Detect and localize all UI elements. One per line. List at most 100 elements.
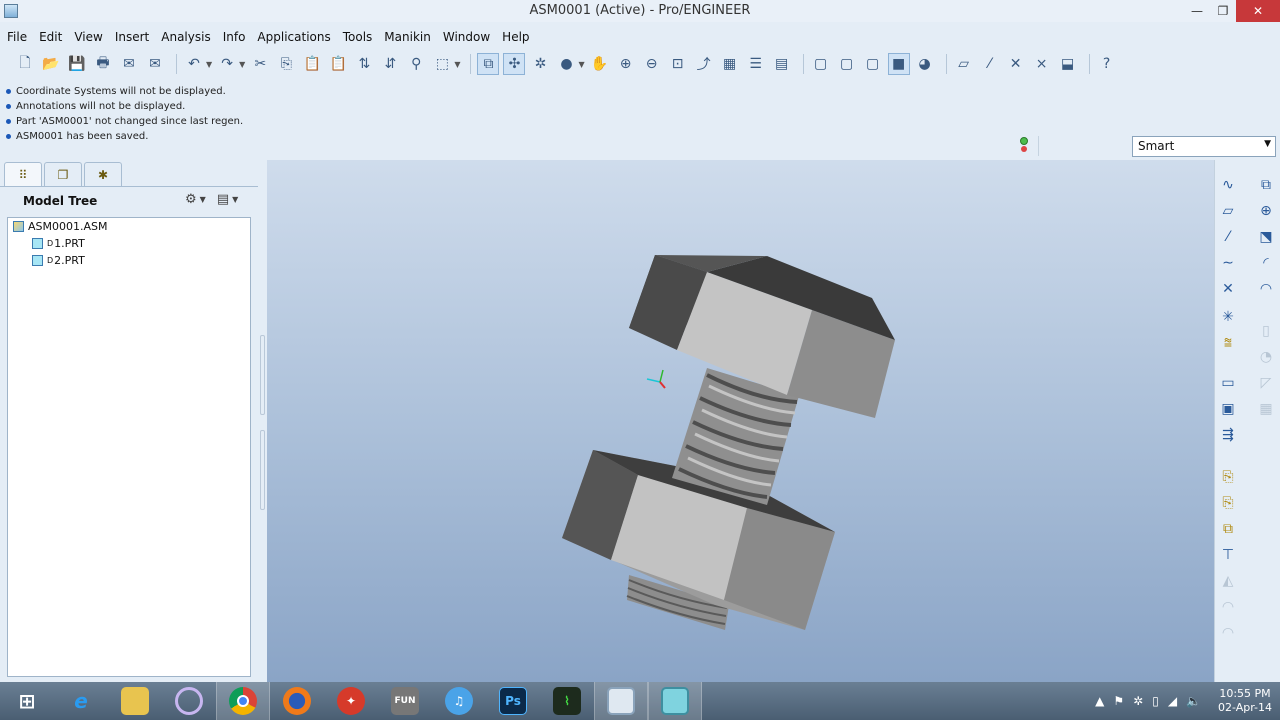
network-icon[interactable]: ◢ <box>1168 694 1177 708</box>
media-app-icon[interactable] <box>162 682 216 720</box>
copy-feature-icon[interactable]: ⧉ <box>1217 518 1239 540</box>
chevron-down-icon[interactable]: ▼ <box>454 60 460 69</box>
offset-icon[interactable]: ◭ <box>1217 570 1239 592</box>
clock[interactable]: 10:55 PM 02-Apr-14 <box>1210 687 1280 715</box>
round-icon[interactable]: ◔ <box>1255 346 1277 368</box>
draft-icon[interactable]: ▣ <box>1217 398 1239 420</box>
internet-explorer-icon[interactable]: e <box>54 682 108 720</box>
datum-plane-icon[interactable]: ▱ <box>1217 200 1239 222</box>
datum-planes-icon[interactable]: ▱ <box>953 53 975 75</box>
menu-help[interactable]: Help <box>502 30 529 44</box>
action-center-icon[interactable]: ⚑ <box>1113 694 1124 708</box>
menu-view[interactable]: View <box>74 30 102 44</box>
photoshop-icon[interactable]: Ps <box>486 682 540 720</box>
spin-center-icon[interactable]: ✣ <box>503 53 526 75</box>
proe-app-icon[interactable] <box>648 682 702 720</box>
minimize-button[interactable]: — <box>1184 0 1210 22</box>
trim-icon[interactable]: ⊤ <box>1217 544 1239 566</box>
model-tree-tab-icon[interactable]: ⠿ <box>4 162 42 186</box>
extrude-icon[interactable]: ◜ <box>1255 252 1277 274</box>
keyboard-app-icon[interactable]: FUN <box>378 682 432 720</box>
sketch-icon[interactable]: ∿ <box>1217 174 1239 196</box>
email-icon[interactable]: ✉ <box>118 53 140 75</box>
pattern-icon[interactable]: ▦ <box>1255 398 1277 420</box>
tree-columns-icon[interactable]: ▤ <box>217 192 229 207</box>
select-box-icon[interactable]: ⬚ <box>431 53 453 75</box>
splitter-grip[interactable] <box>260 430 265 510</box>
chevron-down-icon[interactable]: ▼ <box>206 60 212 69</box>
orient-icon[interactable]: ✲ <box>529 53 551 75</box>
menu-tools[interactable]: Tools <box>343 30 373 44</box>
find-icon[interactable]: ⚲ <box>405 53 427 75</box>
datum-curve-icon[interactable]: ∼ <box>1217 252 1239 274</box>
proe-window-icon[interactable] <box>594 682 648 720</box>
mirror-icon[interactable]: ⎘ <box>1217 466 1239 488</box>
thicken-icon[interactable]: ◠ <box>1217 596 1239 618</box>
show-hidden-icons-icon[interactable]: ▲ <box>1095 694 1104 708</box>
datum-axes-icon[interactable]: ⁄ <box>979 53 1001 75</box>
revolve-icon[interactable]: ◠ <box>1255 278 1277 300</box>
email-link-icon[interactable]: ✉ <box>144 53 166 75</box>
menu-insert[interactable]: Insert <box>115 30 149 44</box>
component-add-icon[interactable]: ⧉ <box>1255 174 1277 196</box>
battery-icon[interactable]: ▯ <box>1152 694 1159 708</box>
hidden-line-icon[interactable]: ▢ <box>836 53 858 75</box>
paste-icon[interactable]: 📋 <box>301 53 323 75</box>
hole-icon[interactable]: ▯ <box>1255 320 1277 342</box>
rib-icon[interactable]: ⇶ <box>1217 424 1239 446</box>
tree-item[interactable]: D 2.PRT <box>8 252 250 269</box>
datum-axis-icon[interactable]: ⁄ <box>1217 226 1239 248</box>
menu-info[interactable]: Info <box>223 30 246 44</box>
datum-point-icon[interactable]: ✕ <box>1217 278 1239 300</box>
refit-icon[interactable]: ⊡ <box>667 53 689 75</box>
windows-start-icon[interactable]: ⊞ <box>0 682 54 720</box>
chevron-down-icon[interactable]: ▼ <box>1264 139 1271 149</box>
reorient-icon[interactable]: ⤴ <box>693 53 715 75</box>
no-hidden-icon[interactable]: ▢ <box>862 53 884 75</box>
menu-file[interactable]: File <box>7 30 27 44</box>
menu-edit[interactable]: Edit <box>39 30 62 44</box>
tree-settings-icon[interactable]: ⚙ <box>185 192 197 207</box>
zoom-out-icon[interactable]: ⊖ <box>641 53 663 75</box>
paste-special-icon[interactable]: 📋 <box>327 53 349 75</box>
folder-browser-tab-icon[interactable]: ❐ <box>44 162 82 186</box>
component-repeat-icon[interactable]: ⬔ <box>1255 226 1277 248</box>
restore-button[interactable]: ❐ <box>1210 0 1236 22</box>
component-create-icon[interactable]: ⊕ <box>1255 200 1277 222</box>
menu-analysis[interactable]: Analysis <box>161 30 210 44</box>
layers-icon[interactable]: ☰ <box>745 53 767 75</box>
open-icon[interactable]: 📂 <box>40 53 62 75</box>
zoom-in-icon[interactable]: ⊕ <box>615 53 637 75</box>
close-button[interactable]: ✕ <box>1236 0 1280 22</box>
csys-icon[interactable]: ⨯ <box>1031 53 1053 75</box>
chevron-down-icon[interactable]: ▼ <box>200 195 206 204</box>
pan-icon[interactable]: ✋ <box>589 53 611 75</box>
chamfer-icon[interactable]: ◸ <box>1255 372 1277 394</box>
menu-manikin[interactable]: Manikin <box>384 30 431 44</box>
redo-icon[interactable]: ↷ <box>216 53 238 75</box>
shading-icon[interactable]: ■ <box>887 53 910 75</box>
tree-item[interactable]: D 1.PRT <box>8 235 250 252</box>
flash-app-icon[interactable]: ✦ <box>324 682 378 720</box>
favorites-tab-icon[interactable]: ✱ <box>84 162 122 186</box>
chevron-down-icon[interactable]: ▼ <box>578 60 584 69</box>
cut-icon[interactable]: ✂ <box>249 53 271 75</box>
context-help-icon[interactable]: ? <box>1096 53 1118 75</box>
saved-views-icon[interactable]: ▦ <box>719 53 741 75</box>
regen-manager-icon[interactable]: ⇵ <box>379 53 401 75</box>
undo-icon[interactable]: ↶ <box>183 53 205 75</box>
itunes-icon[interactable]: ♫ <box>432 682 486 720</box>
firefox-icon[interactable] <box>270 682 324 720</box>
csys-tool-icon[interactable]: ✳ <box>1217 306 1239 328</box>
datum-points-icon[interactable]: ✕ <box>1005 53 1027 75</box>
regenerate-icon[interactable]: ⇅ <box>353 53 375 75</box>
analysis-feature-icon[interactable]: ⩰ <box>1217 332 1239 354</box>
file-explorer-icon[interactable] <box>108 682 162 720</box>
tray-app-icon[interactable]: ✲ <box>1133 694 1143 708</box>
volume-icon[interactable]: 🔈 <box>1186 694 1201 708</box>
copy-icon[interactable]: ⎘ <box>275 53 297 75</box>
graphics-viewport[interactable] <box>267 160 1214 682</box>
new-icon[interactable]: 🗋 <box>14 53 36 75</box>
system-monitor-icon[interactable]: ⌇ <box>540 682 594 720</box>
solidify-icon[interactable]: ◠ <box>1217 622 1239 644</box>
